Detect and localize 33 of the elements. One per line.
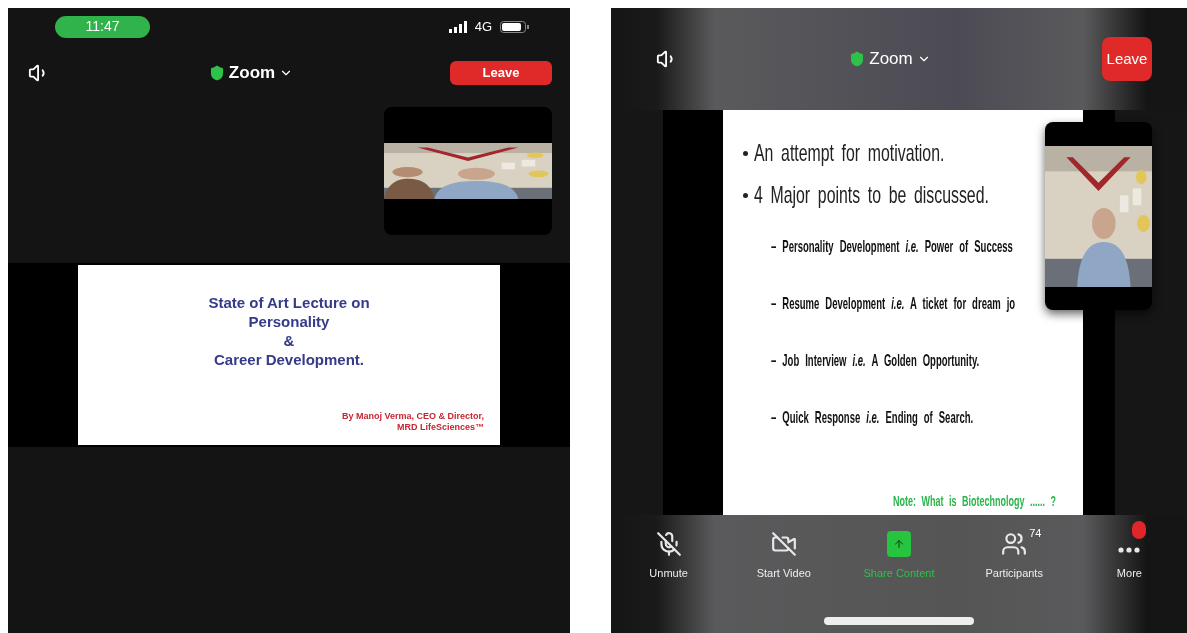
participant-count: 74 <box>1029 526 1042 541</box>
share-icon <box>887 531 911 557</box>
slide-byline: By Manoj Verma, CEO & Director, <box>341 411 484 422</box>
slide-bullet: An attempt for motivation. <box>754 138 945 168</box>
slide-byline: MRD LifeSciences™ <box>396 422 484 433</box>
slide-sub-point: – Quick Response i.e. Ending of Search. <box>771 407 974 429</box>
shield-icon <box>208 64 225 81</box>
slide-title-line: State of Art Lecture on <box>208 293 370 312</box>
bullet-icon <box>743 150 748 156</box>
participants-icon <box>1001 531 1028 557</box>
slide-title-line: & <box>283 331 295 350</box>
toolbar-button[interactable]: More <box>1071 517 1187 582</box>
meeting-title[interactable]: Zoom <box>228 59 276 86</box>
slide-title-line: Personality <box>248 312 330 331</box>
slide-note: Note: What is Biotechnology ...... ? <box>893 491 1056 511</box>
shield-icon <box>849 51 866 67</box>
bullet-icon <box>743 192 748 198</box>
leave-button[interactable]: Leave <box>450 60 552 85</box>
toolbar-button[interactable]: 74 Participants <box>956 517 1072 582</box>
battery-icon <box>500 20 530 33</box>
slide-sub-point: – Personality Development i.e. Power of Success <box>771 236 1013 258</box>
slide-sub-point: – Job Interview i.e. A Golden Opportunity. <box>771 350 980 372</box>
time-pill: 11:47 <box>55 15 150 38</box>
slide-bullet: 4 Major points to be discussed. <box>754 180 989 210</box>
toolbar-button[interactable]: Start Video <box>726 517 842 582</box>
slide-title-line: Career Development. <box>213 350 365 369</box>
leave-button[interactable]: Leave <box>1102 37 1152 81</box>
more-icon <box>1118 547 1141 553</box>
network-label: 4G <box>474 17 492 36</box>
signal-icon <box>448 20 467 33</box>
toolbar-button[interactable]: Unmute <box>611 517 727 582</box>
slide-sub-point: – Resume Development i.e. A ticket for dream jo <box>771 293 1016 315</box>
meeting-title[interactable]: Zoom <box>869 46 913 72</box>
